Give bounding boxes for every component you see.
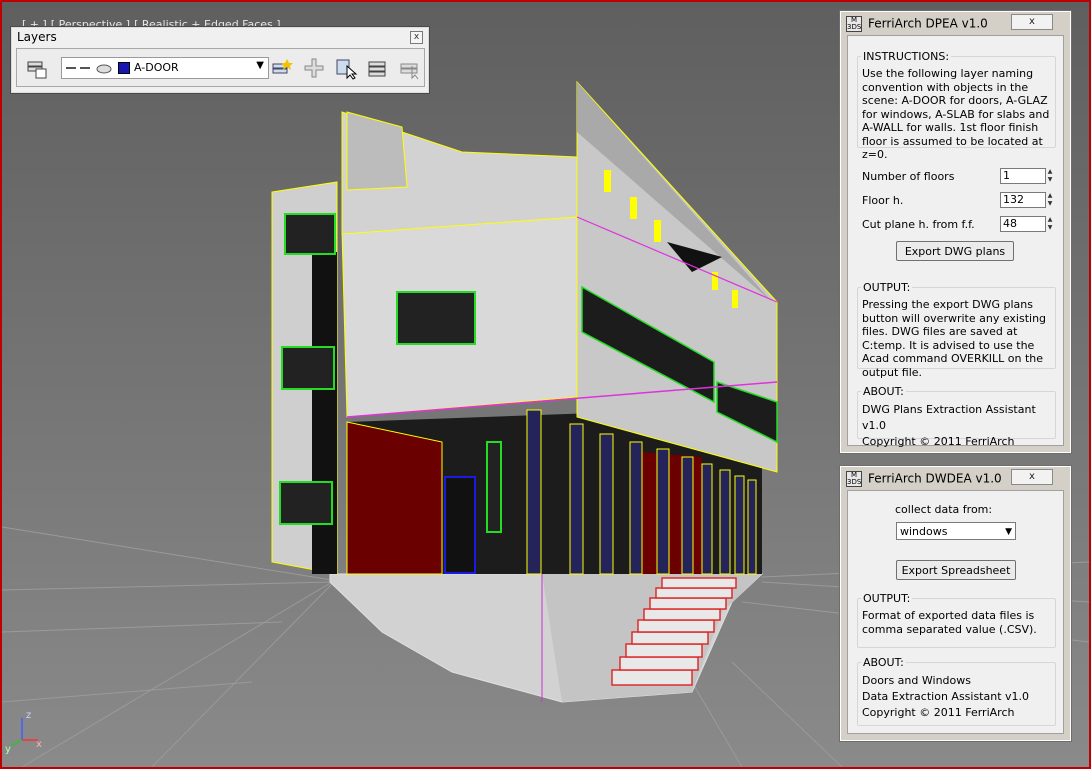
collect-data-value: windows [900,525,948,538]
spinner-down-icon[interactable]: ▼ [1046,176,1054,183]
entrance-door [444,476,476,574]
dpea-output-label: OUTPUT: [861,281,913,294]
dpea-panel[interactable]: M 3DS FerriArch DPEA v1.0 x INSTRUCTIONS: … [839,10,1072,454]
dpea-title-bar: M 3DS FerriArch DPEA v1.0 [846,16,988,34]
dpea-close-button[interactable]: x [1011,14,1053,30]
dwdea-panel[interactable]: M 3DS FerriArch DWDEA v1.0 x collect data … [839,465,1072,742]
perspective-viewport[interactable]: z x y [ + ][ Perspective ][ Realistic + … [0,0,1091,769]
spinner-down-icon[interactable]: ▼ [1046,224,1054,231]
current-layer-dropdown[interactable]: A-DOOR ▼ [61,57,269,79]
door-glazing [486,441,502,533]
spinner-down-icon[interactable]: ▼ [1046,200,1054,207]
dwdea-about-line1: Doors and Windows [862,674,971,687]
layer-color-swatch[interactable] [118,62,130,74]
export-spreadsheet-button[interactable]: Export Spreadsheet [896,560,1016,580]
max-logo-icon: M 3DS [846,471,862,487]
dpea-about-group: ABOUT: DWG Plans Extraction Assistant v1… [857,385,1056,448]
instructions-label: INSTRUCTIONS: [861,50,952,63]
dpea-title: FerriArch DPEA v1.0 [868,16,988,31]
dwdea-title-bar: M 3DS FerriArch DWDEA v1.0 [846,471,1002,489]
instructions-group: INSTRUCTIONS: Use the following layer na… [857,50,1056,161]
axis-z-label: z [26,710,31,721]
dwdea-about-line3: Copyright © 2011 FerriArch [862,706,1015,719]
dwdea-body: collect data from: windows ▼ Export Spre… [847,490,1064,734]
collect-data-dropdown[interactable]: windows ▼ [896,522,1016,540]
dwdea-about-line2: Data Extraction Assistant v1.0 [862,690,1030,703]
layers-toolbar[interactable]: Layers x A-DOOR ▼ [10,26,430,94]
dwdea-output-text: Format of exported data files is comma s… [862,609,1037,636]
select-objects-icon[interactable] [334,56,358,80]
layers-title: Layers [17,30,57,44]
cut-plane-label: Cut plane h. from f.f. [862,218,975,231]
instructions-text: Use the following layer naming conventio… [862,67,1050,161]
create-layer-icon[interactable] [270,56,294,80]
floors-input[interactable]: 1 [1000,168,1046,184]
axis-y-label: y [5,744,11,755]
isolate-icon[interactable] [398,56,422,80]
axis-x-label: x [36,739,42,750]
current-layer-name: A-DOOR [134,61,179,74]
cut-plane-input[interactable]: 48 [1000,216,1046,232]
red-wall [346,421,443,575]
dwdea-about-label: ABOUT: [861,656,906,669]
spinner-up-icon[interactable]: ▲ [1046,192,1054,199]
dpea-about-label: ABOUT: [861,385,906,398]
dwdea-about-text: Doors and Windows Data Extraction Assist… [862,673,1051,721]
layer-manager-icon[interactable] [25,56,49,80]
dpea-about-line1: DWG Plans Extraction Assistant v1.0 [862,403,1036,432]
dpea-about-line2: Copyright © 2011 FerriArch [862,435,1015,448]
set-current-icon[interactable] [366,56,390,80]
visibility-toggles-icon[interactable] [66,61,116,75]
dwdea-output-label: OUTPUT: [861,592,913,605]
layers-close-button[interactable]: x [410,31,423,44]
floors-label: Number of floors [862,170,955,183]
floor-height-spinner[interactable]: 132 ▲ ▼ [1000,192,1052,208]
dpea-output-text: Pressing the export DWG plans button wil… [862,298,1047,379]
cut-plane-spinner[interactable]: 48 ▲ ▼ [1000,216,1052,232]
max-logo-icon: M 3DS [846,16,862,32]
spinner-up-icon[interactable]: ▲ [1046,168,1054,175]
dpea-output-group: OUTPUT: Pressing the export DWG plans bu… [857,281,1056,379]
dwdea-title: FerriArch DWDEA v1.0 [868,471,1002,486]
floors-spinner[interactable]: 1 ▲ ▼ [1000,168,1052,184]
left-shadow [312,252,337,574]
floor-height-input[interactable]: 132 [1000,192,1046,208]
chevron-down-icon[interactable]: ▼ [1005,523,1012,541]
spinner-up-icon[interactable]: ▲ [1046,216,1054,223]
dwdea-output-group: OUTPUT: Format of exported data files is… [857,592,1056,648]
add-selection-icon[interactable] [302,56,326,80]
layers-bar: A-DOOR ▼ [16,48,425,87]
dwdea-about-group: ABOUT: Doors and Windows Data Extraction… [857,656,1056,726]
collect-data-label: collect data from: [895,503,993,516]
dwdea-close-button[interactable]: x [1011,469,1053,485]
floor-height-label: Floor h. [862,194,904,207]
export-dwg-button[interactable]: Export DWG plans [896,241,1014,261]
front-window [396,291,476,345]
chevron-down-icon[interactable]: ▼ [256,60,264,71]
dpea-body: INSTRUCTIONS: Use the following layer na… [847,35,1064,448]
dpea-about-text: DWG Plans Extraction Assistant v1.0 Copy… [862,402,1051,450]
